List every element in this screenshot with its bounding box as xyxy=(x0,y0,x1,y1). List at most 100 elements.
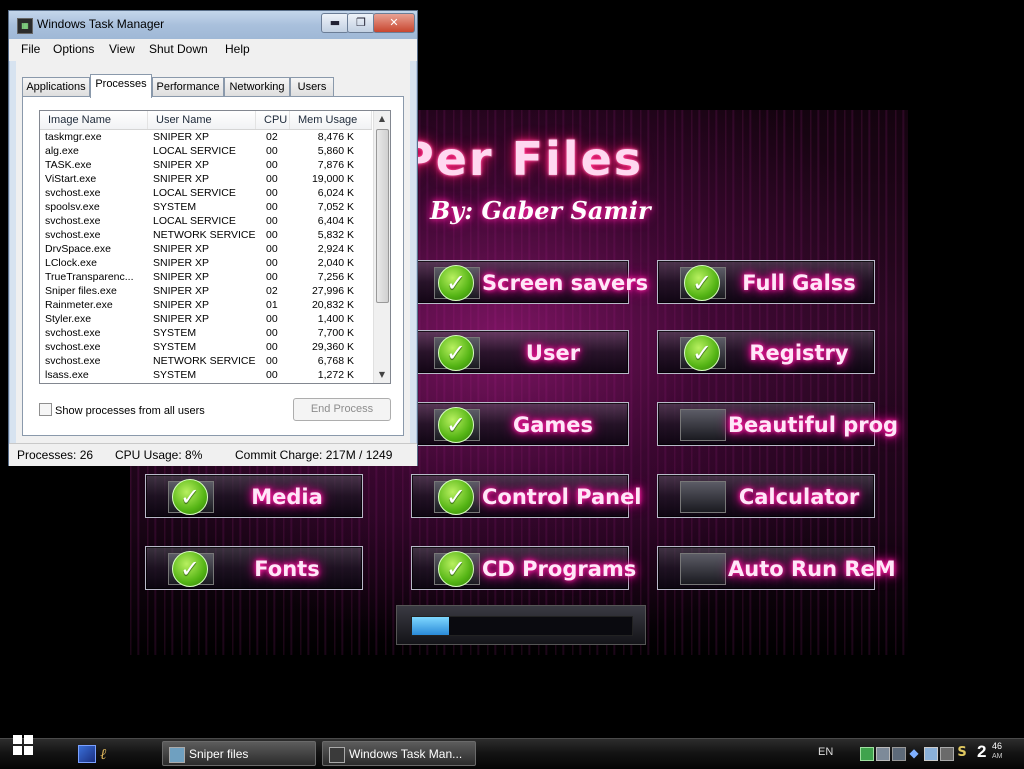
menu-file[interactable]: File xyxy=(21,42,40,56)
checkmark-icon: ✓ xyxy=(438,551,474,587)
table-row[interactable]: lsass.exe SYSTEM 00 1,272 K xyxy=(40,368,372,382)
process-rows: taskmgr.exe SNIPER XP 02 8,476 K alg.exe LOCA… xyxy=(40,130,372,383)
table-row[interactable]: ViStart.exe SNIPER XP 00 19,000 K xyxy=(40,172,372,186)
process-list[interactable]: Image Name User Name CPU Mem Usage taskm… xyxy=(39,110,391,384)
install-progress-bar xyxy=(396,605,646,645)
table-row[interactable]: TrueTransparenc... SNIPER XP 00 7,256 K xyxy=(40,270,372,284)
scroll-down-arrow-icon[interactable]: ▼ xyxy=(374,367,390,383)
table-row[interactable]: svchost.exe NETWORK SERVICE 00 5,832 K xyxy=(40,228,372,242)
table-row[interactable]: Rainmeter.exe SNIPER XP 01 20,832 K xyxy=(40,298,372,312)
process-cpu: 00 xyxy=(266,159,278,171)
close-button[interactable]: ✕ xyxy=(373,13,415,33)
tab-users[interactable]: Users xyxy=(290,77,334,96)
tab-applications[interactable]: Applications xyxy=(22,77,90,96)
process-user-name: SYSTEM xyxy=(153,382,261,383)
language-indicator[interactable]: EN xyxy=(818,746,833,758)
table-row[interactable]: spoolsv.exe SYSTEM 00 7,052 K xyxy=(40,200,372,214)
maximize-button[interactable]: ❐ xyxy=(347,13,375,33)
column-mem-usage[interactable]: Mem Usage xyxy=(290,111,372,129)
clock-hour[interactable]: 2 xyxy=(977,742,986,762)
end-process-button[interactable]: End Process xyxy=(293,398,391,421)
tray-device-icon[interactable] xyxy=(892,747,906,761)
show-all-users-checkbox[interactable]: Show processes from all users xyxy=(39,403,205,417)
column-image-name[interactable]: Image Name xyxy=(40,111,148,129)
table-row[interactable]: Styler.exe SNIPER XP 00 1,400 K xyxy=(40,312,372,326)
process-image-name: svchost.exe xyxy=(45,187,101,199)
taskbar-task-task-manager[interactable]: Windows Task Man... xyxy=(322,741,476,766)
show-desktop-icon[interactable] xyxy=(78,745,96,763)
process-mem-usage: 1,272 K xyxy=(317,369,354,381)
process-mem-usage: 19,000 K xyxy=(311,173,354,185)
column-cpu[interactable]: CPU xyxy=(256,111,290,129)
process-cpu: 01 xyxy=(266,299,278,311)
option-button-beautiful-prog[interactable]: Beautiful prog xyxy=(657,402,898,446)
option-button-media[interactable]: ✓ Media xyxy=(145,474,363,518)
checkbox-slot[interactable] xyxy=(680,553,726,585)
process-user-name: SNIPER XP xyxy=(153,159,210,171)
table-row[interactable]: TASK.exe SNIPER XP 00 7,876 K xyxy=(40,158,372,172)
process-image-name: ViStart.exe xyxy=(45,173,97,185)
quill-app-icon[interactable]: ℓ xyxy=(100,745,116,763)
table-row[interactable]: Sniper files.exe SNIPER XP 02 27,996 K xyxy=(40,284,372,298)
tray-safely-remove-icon[interactable] xyxy=(940,747,954,761)
option-button-control-panel[interactable]: ✓ Control Panel xyxy=(411,474,642,518)
tab-performance[interactable]: Performance xyxy=(152,77,224,96)
checkbox-slot[interactable] xyxy=(680,409,726,441)
option-button-games[interactable]: ✓ Games xyxy=(411,402,629,446)
tray-network-icon[interactable] xyxy=(876,747,890,761)
process-cpu: 00 xyxy=(266,327,278,339)
tray-s-icon[interactable]: S xyxy=(956,746,968,759)
table-row[interactable]: services.exe SYSTEM 00 3,668 K xyxy=(40,382,372,383)
checkmark-icon: ✓ xyxy=(438,407,474,443)
process-cpu: 00 xyxy=(266,187,278,199)
tray-green-icon[interactable] xyxy=(860,747,874,761)
option-button-fonts[interactable]: ✓ Fonts xyxy=(145,546,363,590)
process-mem-usage: 6,768 K xyxy=(317,355,354,367)
tray-droplet-icon[interactable]: ◆ xyxy=(908,747,920,759)
option-button-calculator[interactable]: Calculator xyxy=(657,474,875,518)
checkbox-slot[interactable] xyxy=(680,481,726,513)
table-row[interactable]: svchost.exe NETWORK SERVICE 00 6,768 K xyxy=(40,354,372,368)
process-mem-usage: 7,700 K xyxy=(317,327,354,339)
option-button-registry[interactable]: ✓ Registry xyxy=(657,330,875,374)
option-label: Screen savers xyxy=(482,271,649,295)
scroll-up-arrow-icon[interactable]: ▲ xyxy=(374,111,390,127)
checkmark-icon: ✓ xyxy=(684,265,720,301)
table-row[interactable]: LClock.exe SNIPER XP 00 2,040 K xyxy=(40,256,372,270)
checkbox-box[interactable] xyxy=(39,403,52,416)
start-button[interactable] xyxy=(6,725,42,761)
option-button-full-galss[interactable]: ✓ Full Galss xyxy=(657,260,875,304)
tab-networking[interactable]: Networking xyxy=(224,77,290,96)
option-label: Games xyxy=(512,413,594,437)
option-button-user[interactable]: ✓ User xyxy=(411,330,629,374)
table-row[interactable]: svchost.exe LOCAL SERVICE 00 6,404 K xyxy=(40,214,372,228)
table-row[interactable]: DrvSpace.exe SNIPER XP 00 2,924 K xyxy=(40,242,372,256)
menu-view[interactable]: View xyxy=(109,42,135,56)
process-user-name: LOCAL SERVICE xyxy=(153,145,236,157)
process-mem-usage: 7,256 K xyxy=(317,271,354,283)
table-row[interactable]: taskmgr.exe SNIPER XP 02 8,476 K xyxy=(40,130,372,144)
menu-help[interactable]: Help xyxy=(225,42,250,56)
process-cpu: 00 xyxy=(266,382,284,383)
taskbar-task-sniper-files[interactable]: Sniper files xyxy=(162,741,316,766)
table-row[interactable]: svchost.exe SYSTEM 00 29,360 K xyxy=(40,340,372,354)
title-bar[interactable]: ▦ Windows Task Manager ▬ ❐ ✕ xyxy=(9,11,417,39)
tray-volume-icon[interactable] xyxy=(924,747,938,761)
minimize-button[interactable]: ▬ xyxy=(321,13,349,33)
table-row[interactable]: alg.exe LOCAL SERVICE 00 5,860 K xyxy=(40,144,372,158)
checkmark-icon: ✓ xyxy=(438,479,474,515)
tab-processes[interactable]: Processes xyxy=(90,74,152,98)
menu-options[interactable]: Options xyxy=(53,42,94,56)
option-button-screen-savers[interactable]: ✓ Screen savers xyxy=(411,260,649,304)
table-row[interactable]: svchost.exe LOCAL SERVICE 00 6,024 K xyxy=(40,186,372,200)
menu-bar: File Options View Shut Down Help xyxy=(9,39,417,61)
process-mem-usage: 1,400 K xyxy=(317,313,354,325)
menu-shut-down[interactable]: Shut Down xyxy=(149,42,208,56)
option-button-auto-run-rem[interactable]: Auto Run ReM xyxy=(657,546,896,590)
process-list-scrollbar[interactable]: ▲ ▼ xyxy=(373,111,390,383)
process-mem-usage: 8,476 K xyxy=(317,131,354,143)
option-button-cd-programs[interactable]: ✓ CD Programs xyxy=(411,546,636,590)
scrollbar-thumb[interactable] xyxy=(376,129,389,303)
column-user-name[interactable]: User Name xyxy=(148,111,256,129)
table-row[interactable]: svchost.exe SYSTEM 00 7,700 K xyxy=(40,326,372,340)
